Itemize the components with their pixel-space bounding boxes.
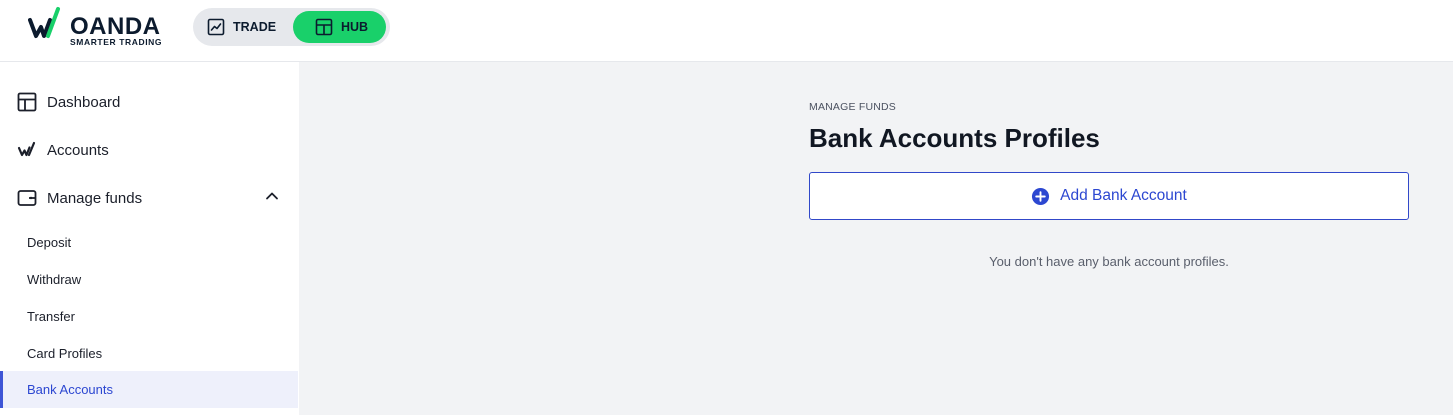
sidebar-item-dashboard[interactable]: Dashboard — [17, 90, 120, 114]
empty-state-message: You don't have any bank account profiles… — [989, 254, 1229, 269]
sidebar-item-manage-funds[interactable]: Manage funds — [17, 186, 142, 210]
sidebar-item-label: Dashboard — [47, 93, 121, 111]
plus-circle-icon — [1032, 187, 1050, 205]
page-title: Bank Accounts Profiles — [809, 123, 1100, 153]
sidebar-subitem-deposit[interactable]: Deposit — [27, 235, 71, 250]
hub-button[interactable]: HUB — [293, 11, 386, 43]
add-bank-account-label: Add Bank Account — [1060, 187, 1187, 204]
brand-tagline: SMARTER TRADING — [70, 37, 163, 47]
add-bank-account-button[interactable]: Add Bank Account — [809, 172, 1409, 220]
chevron-up-icon[interactable] — [264, 188, 280, 204]
wallet-icon — [17, 190, 37, 206]
layout-grid-icon — [17, 92, 37, 112]
oanda-mark-icon — [17, 141, 36, 157]
sidebar-item-label: Manage funds — [47, 189, 143, 207]
trade-button[interactable]: TRADE — [207, 11, 285, 43]
oanda-mark-icon — [28, 7, 60, 38]
sidebar-item-label: Accounts — [47, 141, 109, 159]
sidebar-subitem-label: Bank Accounts — [27, 382, 113, 397]
sidebar-subitem-transfer[interactable]: Transfer — [27, 309, 75, 324]
sidebar: Dashboard Accounts Manage funds Deposit … — [0, 62, 299, 415]
layout-grid-icon — [315, 18, 333, 36]
main-content: MANAGE FUNDS Bank Accounts Profiles Add … — [299, 62, 1453, 415]
sidebar-item-accounts[interactable]: Accounts — [17, 138, 109, 162]
sidebar-subitem-bank-accounts[interactable]: Bank Accounts — [0, 371, 298, 408]
breadcrumb: MANAGE FUNDS — [809, 101, 896, 113]
sidebar-subitem-card-profiles[interactable]: Card Profiles — [27, 346, 102, 361]
sidebar-subitem-withdraw[interactable]: Withdraw — [27, 272, 81, 287]
oanda-logo[interactable]: OANDA SMARTER TRADING — [28, 6, 168, 50]
top-bar: OANDA SMARTER TRADING TRADE HUB — [0, 0, 1453, 62]
trade-hub-switcher: TRADE HUB — [193, 8, 390, 46]
trade-label: TRADE — [233, 20, 277, 34]
hub-label: HUB — [341, 20, 369, 34]
chart-line-icon — [207, 18, 225, 36]
